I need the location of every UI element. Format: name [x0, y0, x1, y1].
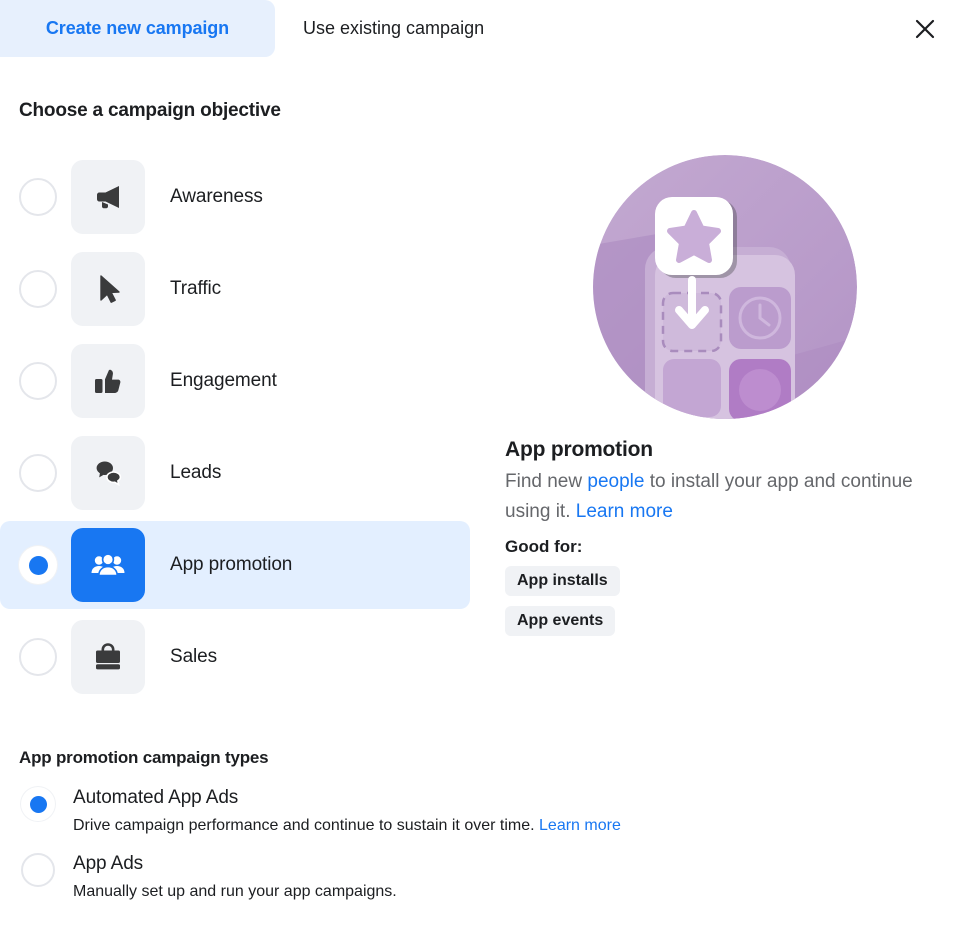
megaphone-icon — [71, 160, 145, 234]
objective-row-awareness[interactable]: Awareness — [0, 153, 470, 241]
campaign-type-app-ads[interactable]: App Ads Manually set up and run your app… — [0, 851, 860, 903]
tab-use-existing-campaign[interactable]: Use existing campaign — [275, 0, 560, 57]
detail-description: Find new people to install your app and … — [505, 467, 915, 527]
tab-create-new-campaign-label: Create new campaign — [45, 18, 230, 38]
radio-engagement[interactable] — [19, 362, 57, 400]
good-for-label: Good for: — [505, 537, 583, 556]
objective-label: Awareness — [170, 186, 263, 207]
objective-row-traffic[interactable]: Traffic — [0, 245, 470, 333]
objective-list: Awareness Traffic Engagement Leads App p… — [0, 153, 480, 705]
objective-row-engagement[interactable]: Engagement — [0, 337, 470, 425]
radio-app-promotion[interactable] — [19, 546, 57, 584]
page-title: Choose a campaign objective — [19, 100, 281, 121]
chip-app-events: App events — [505, 606, 616, 636]
campaign-types-title: App promotion campaign types — [19, 748, 269, 767]
learn-more-link[interactable]: Learn more — [576, 501, 673, 522]
campaign-type-name: Automated App Ads — [73, 787, 239, 808]
speech-bubbles-icon — [71, 436, 145, 510]
campaign-types-list: Automated App Ads Drive campaign perform… — [0, 785, 860, 917]
objective-label: Traffic — [170, 278, 222, 299]
radio-sales[interactable] — [19, 638, 57, 676]
close-icon — [913, 17, 937, 41]
tab-bar: Create new campaign Use existing campaig… — [0, 0, 960, 57]
campaign-type-description: Drive campaign performance and continue … — [73, 815, 621, 837]
objective-row-app-promotion[interactable]: App promotion — [0, 521, 470, 609]
radio-awareness[interactable] — [19, 178, 57, 216]
cursor-arrow-icon — [71, 252, 145, 326]
objective-label: Leads — [170, 462, 222, 483]
campaign-type-name: App Ads — [73, 853, 144, 874]
radio-traffic[interactable] — [19, 270, 57, 308]
objective-label: App promotion — [170, 554, 293, 575]
people-group-icon — [71, 528, 145, 602]
radio-automated-app-ads[interactable] — [21, 787, 55, 821]
objective-label: Engagement — [170, 370, 277, 391]
radio-app-ads[interactable] — [21, 853, 55, 887]
close-button[interactable] — [904, 8, 946, 50]
radio-leads[interactable] — [19, 454, 57, 492]
objective-label: Sales — [170, 646, 218, 667]
radio-dot — [29, 795, 47, 813]
people-link[interactable]: people — [587, 471, 644, 492]
thumbs-up-icon — [71, 344, 145, 418]
campaign-type-description: Manually set up and run your app campaig… — [73, 881, 397, 903]
radio-dot — [28, 555, 48, 575]
good-for-chips: App installs App events — [505, 566, 945, 646]
campaign-type-description-text: Drive campaign performance and continue … — [73, 817, 540, 834]
campaign-type-automated-app-ads[interactable]: Automated App Ads Drive campaign perform… — [0, 785, 860, 837]
detail-title: App promotion — [505, 438, 653, 461]
objective-row-leads[interactable]: Leads — [0, 429, 470, 517]
app-install-illustration — [593, 155, 858, 420]
objective-detail-panel: App promotion Find new people to install… — [505, 155, 945, 646]
shopping-bag-icon — [71, 620, 145, 694]
tab-create-new-campaign[interactable]: Create new campaign — [0, 0, 275, 57]
detail-description-part1: Find new — [505, 471, 588, 492]
tab-use-existing-campaign-label: Use existing campaign — [303, 18, 485, 38]
objective-row-sales[interactable]: Sales — [0, 613, 470, 701]
chip-app-installs: App installs — [505, 566, 620, 596]
campaign-type-description-text: Manually set up and run your app campaig… — [73, 883, 397, 900]
learn-more-link[interactable]: Learn more — [539, 817, 621, 834]
